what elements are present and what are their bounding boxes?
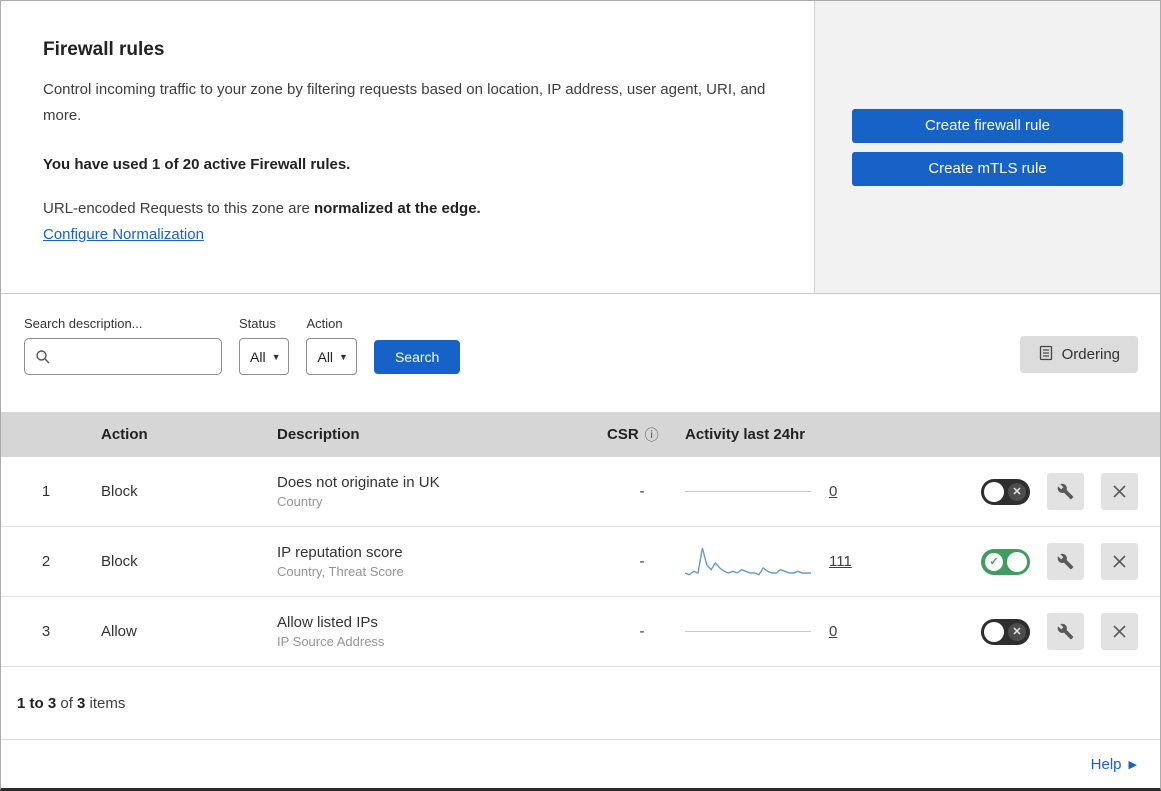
- rule-fields: Country, Threat Score: [277, 564, 404, 579]
- col-activity: Activity last 24hr: [685, 426, 806, 443]
- col-description: Description: [277, 426, 360, 443]
- rule-description: Allow listed IPs: [277, 614, 378, 631]
- edit-rule-button[interactable]: [1047, 613, 1084, 650]
- search-label: Search description...: [24, 316, 143, 331]
- table-header-row: Action Description CSR ⓘ Activity last 2…: [1, 412, 1160, 457]
- create-mtls-rule-button[interactable]: Create mTLS rule: [852, 151, 1123, 186]
- rule-index: 3: [41, 623, 51, 640]
- rule-enabled-toggle[interactable]: ✓ ✕: [981, 478, 1030, 505]
- col-csr: CSR ⓘ: [607, 425, 659, 445]
- filter-toolbar: Search description... Status All ▼ Actio…: [1, 294, 1160, 412]
- activity-count-link[interactable]: 0: [829, 483, 837, 500]
- page-description: Control incoming traffic to your zone by…: [43, 81, 766, 125]
- rule-csr: -: [639, 553, 645, 570]
- delete-rule-button[interactable]: [1101, 613, 1138, 650]
- normalization-text: URL-encoded Requests to this zone are no…: [43, 199, 481, 217]
- ordering-button[interactable]: Ordering: [1019, 336, 1138, 373]
- pagination-summary: 1 to 3 of 3 items: [17, 694, 126, 712]
- x-icon: ✕: [1008, 622, 1026, 641]
- activity-sparkline: [685, 547, 811, 576]
- configure-normalization-link[interactable]: Configure Normalization: [43, 226, 204, 243]
- x-icon: ✕: [1008, 482, 1026, 501]
- close-icon: [1112, 624, 1127, 639]
- rule-fields: Country: [277, 494, 323, 509]
- rule-action: Block: [101, 483, 138, 500]
- help-bar: Help ▶: [1, 739, 1160, 788]
- status-label: Status: [239, 316, 276, 331]
- action-label: Action: [306, 316, 343, 331]
- wrench-icon: [1057, 553, 1074, 570]
- rule-csr: -: [639, 483, 645, 500]
- table-row: 2 Block IP reputation score Country, Thr…: [1, 527, 1160, 597]
- table-row: 3 Allow Allow listed IPs IP Source Addre…: [1, 597, 1160, 667]
- toggle-knob: [1007, 551, 1027, 572]
- rule-description: Does not originate in UK: [277, 474, 440, 491]
- search-input[interactable]: [24, 338, 222, 375]
- create-firewall-rule-button[interactable]: Create firewall rule: [852, 108, 1123, 143]
- rule-enabled-toggle[interactable]: ✓ ✕: [981, 548, 1030, 575]
- rule-fields: IP Source Address: [277, 634, 385, 649]
- header-text-panel: Firewall rules Control incoming traffic …: [1, 1, 815, 293]
- activity-count-link[interactable]: 111: [829, 553, 852, 570]
- chevron-down-icon: ▼: [339, 351, 348, 362]
- rule-index: 2: [41, 553, 51, 570]
- table-row: 1 Block Does not originate in UK Country…: [1, 457, 1160, 527]
- rule-index: 1: [41, 483, 51, 500]
- search-icon: [35, 349, 51, 365]
- rule-action: Allow: [101, 623, 137, 640]
- activity-flatline: [685, 491, 811, 492]
- info-icon[interactable]: ⓘ: [645, 425, 659, 445]
- toggle-knob: [984, 481, 1004, 502]
- action-filter-select[interactable]: All ▼: [306, 338, 357, 375]
- page-title: Firewall rules: [43, 39, 165, 60]
- help-link[interactable]: Help ▶: [1091, 756, 1137, 773]
- rule-description: IP reputation score: [277, 544, 403, 561]
- rule-enabled-toggle[interactable]: ✓ ✕: [981, 618, 1030, 645]
- delete-rule-button[interactable]: [1101, 473, 1138, 510]
- close-icon: [1112, 554, 1127, 569]
- rule-action: Block: [101, 553, 138, 570]
- activity-count-link[interactable]: 0: [829, 623, 837, 640]
- edit-rule-button[interactable]: [1047, 473, 1084, 510]
- wrench-icon: [1057, 483, 1074, 500]
- check-icon: ✓: [985, 552, 1003, 571]
- status-filter-select[interactable]: All ▼: [239, 338, 290, 375]
- rules-table: Action Description CSR ⓘ Activity last 2…: [1, 412, 1160, 667]
- header-section: Firewall rules Control incoming traffic …: [1, 1, 1160, 294]
- arrow-right-icon: ▶: [1128, 758, 1137, 771]
- rule-csr: -: [639, 623, 645, 640]
- firewall-rules-page: Firewall rules Control incoming traffic …: [0, 0, 1161, 791]
- usage-summary: You have used 1 of 20 active Firewall ru…: [43, 155, 351, 173]
- search-button[interactable]: Search: [373, 340, 461, 374]
- toggle-knob: [984, 621, 1004, 642]
- close-icon: [1112, 484, 1127, 499]
- delete-rule-button[interactable]: [1101, 543, 1138, 580]
- header-actions-panel: Create firewall rule Create mTLS rule: [815, 1, 1160, 293]
- wrench-icon: [1057, 623, 1074, 640]
- activity-flatline: [685, 631, 811, 632]
- ordering-list-icon: [1038, 345, 1054, 365]
- chevron-down-icon: ▼: [271, 351, 281, 362]
- col-action: Action: [101, 426, 148, 443]
- edit-rule-button[interactable]: [1047, 543, 1084, 580]
